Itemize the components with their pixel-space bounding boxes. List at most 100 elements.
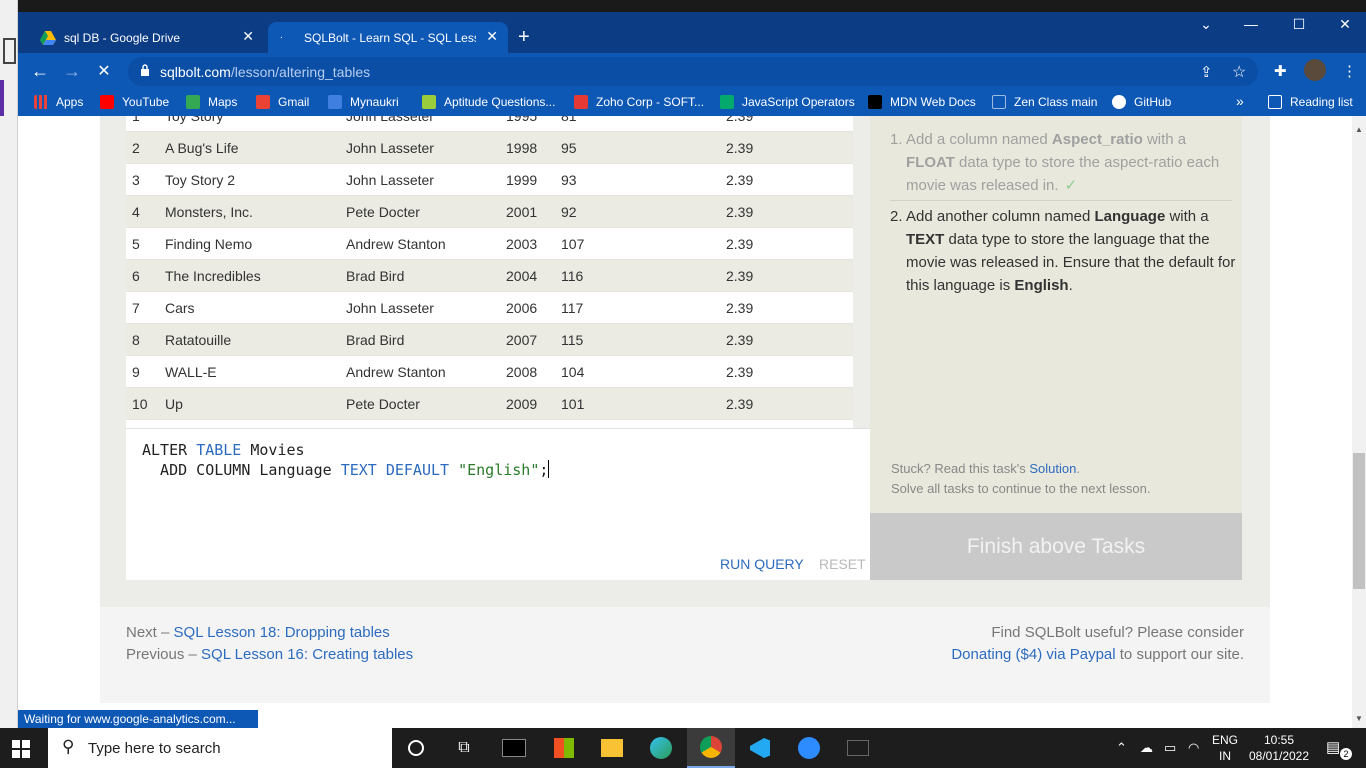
minimize-icon[interactable]: —: [1228, 16, 1274, 32]
tab-sqlbolt[interactable]: . SQLBolt - Learn SQL - SQL Lesso ✕: [268, 22, 508, 53]
table-cell-id: 3: [132, 172, 140, 188]
cortana-icon[interactable]: [392, 728, 440, 768]
donate-link[interactable]: Donating ($4) via Paypal: [951, 646, 1115, 663]
weather-icon[interactable]: ☁: [1140, 740, 1153, 756]
bookmark-aptitude[interactable]: Aptitude Questions...: [422, 95, 555, 109]
bookmark-zoho[interactable]: Zoho Corp - SOFT...: [574, 95, 704, 109]
table-cell-id: 1: [132, 116, 140, 124]
page-scrollbar[interactable]: ▲ ▼: [1352, 116, 1366, 728]
file-explorer-icon[interactable]: [588, 728, 636, 768]
table-cell-id: 6: [132, 268, 140, 284]
tab-search-icon[interactable]: ⌄: [1183, 16, 1229, 33]
google-drive-icon: [40, 30, 56, 45]
new-tab-icon[interactable]: +: [518, 26, 530, 49]
extensions-icon[interactable]: ✚: [1274, 62, 1287, 80]
share-icon[interactable]: ⇪: [1200, 63, 1213, 81]
table-cell-year: 1995: [506, 116, 538, 124]
scroll-down-icon[interactable]: ▼: [1355, 714, 1363, 723]
scroll-up-icon[interactable]: ▲: [1355, 125, 1363, 134]
status-bubble: Waiting for www.google-analytics.com...: [18, 710, 258, 728]
close-tab-icon[interactable]: ✕: [242, 28, 254, 45]
table-cell-id: 2: [132, 140, 140, 156]
task-view-icon[interactable]: ⧉: [440, 728, 488, 768]
table-row: 1 Toy Story John Lasseter 1995 81 2.39: [126, 116, 853, 132]
table-cell-id: 8: [132, 332, 140, 348]
vscode-icon[interactable]: [736, 728, 784, 768]
lock-icon: [141, 64, 149, 76]
notification-badge: 2: [1340, 748, 1352, 760]
battery-icon[interactable]: ▭: [1164, 740, 1176, 756]
table-cell-id: 4: [132, 204, 140, 220]
table-cell-title: Cars: [165, 300, 195, 316]
store-icon[interactable]: [540, 728, 588, 768]
table-cell-director: Pete Docter: [346, 204, 420, 220]
close-tab-icon[interactable]: ✕: [486, 28, 498, 45]
sql-editor[interactable]: ALTER TABLE Movies ADD COLUMN Language T…: [126, 428, 870, 580]
run-query-button[interactable]: RUN QUERY: [720, 556, 804, 572]
bookmark-maps[interactable]: Maps: [186, 95, 237, 109]
bookmark-js-operators[interactable]: JavaScript Operators: [720, 95, 855, 109]
finish-tasks-button[interactable]: Finish above Tasks: [870, 513, 1242, 580]
back-icon[interactable]: ←: [28, 61, 52, 82]
bookmark-star-icon[interactable]: ☆: [1232, 62, 1246, 82]
bookmark-gmail[interactable]: Gmail: [256, 95, 309, 109]
bookmark-mdn[interactable]: MDN Web Docs: [868, 95, 976, 109]
table-cell-length: 115: [561, 332, 584, 348]
tasks-panel: 1. Add a column named Aspect_ratio with …: [870, 116, 1242, 513]
windows-taskbar: ⚲ Type here to search ⧉ ⌃ ☁ ▭ ◠ ENG IN 10…: [0, 728, 1366, 768]
show-hidden-icons-icon[interactable]: ⌃: [1116, 740, 1127, 756]
bookmark-github[interactable]: GitHub: [1112, 95, 1171, 109]
table-cell-year: 1998: [506, 140, 538, 156]
tab-google-drive[interactable]: sql DB - Google Drive ✕: [28, 22, 264, 53]
table-cell-title: Up: [165, 396, 183, 412]
input-language[interactable]: ENG IN: [1212, 732, 1238, 764]
system-clock[interactable]: 10:55 08/01/2022: [1248, 732, 1310, 764]
table-cell-length: 107: [561, 236, 585, 252]
wifi-icon[interactable]: ◠: [1188, 740, 1199, 756]
table-cell-director: John Lasseter: [346, 116, 434, 124]
maximize-icon[interactable]: ☐: [1276, 16, 1322, 33]
taskbar-search[interactable]: ⚲ Type here to search: [48, 728, 392, 768]
bookmarks-overflow-icon[interactable]: »: [1236, 93, 1244, 109]
next-lesson-link[interactable]: SQL Lesson 18: Dropping tables: [174, 624, 390, 641]
sql-code[interactable]: ALTER TABLE Movies ADD COLUMN Language T…: [142, 440, 550, 480]
table-cell-title: Ratatouille: [165, 332, 232, 348]
previous-lesson-link[interactable]: SQL Lesson 16: Creating tables: [201, 646, 413, 663]
page-scroll-thumb[interactable]: [1353, 453, 1365, 589]
chrome-icon[interactable]: [687, 728, 735, 768]
avatar[interactable]: [1304, 59, 1326, 81]
table-row: 7 Cars John Lasseter 2006 117 2.39: [126, 292, 853, 324]
table-cell-ratio: 2.39: [726, 332, 754, 348]
solution-link[interactable]: Solution: [1029, 461, 1076, 476]
forward-icon[interactable]: →: [60, 61, 84, 82]
terminal-window-icon[interactable]: [834, 728, 882, 768]
notifications-icon[interactable]: ▤: [1326, 738, 1340, 756]
table-row: 2 A Bug's Life John Lasseter 1998 95 2.39: [126, 132, 853, 164]
browser-toolbar: ← → ✕ sqlbolt.com/lesson/altering_tables…: [18, 53, 1366, 90]
table-cell-id: 5: [132, 236, 140, 252]
bookmark-zen-class[interactable]: Zen Class main: [992, 95, 1097, 109]
bookmark-mynaukri[interactable]: Mynaukri: [328, 95, 399, 109]
menu-icon[interactable]: ⋮: [1342, 62, 1357, 80]
bookmarks-bar: Apps YouTube Maps Gmail Mynaukri Aptitud…: [18, 90, 1366, 116]
zoom-icon[interactable]: [785, 728, 833, 768]
table-cell-ratio: 2.39: [726, 268, 754, 284]
table-row: 3 Toy Story 2 John Lasseter 1999 93 2.39: [126, 164, 853, 196]
address-bar[interactable]: sqlbolt.com/lesson/altering_tables ⇪ ☆: [128, 57, 1258, 86]
table-cell-length: 101: [561, 396, 585, 412]
close-window-icon[interactable]: ✕: [1322, 16, 1366, 33]
reading-list[interactable]: Reading list: [1268, 95, 1353, 109]
bookmark-apps[interactable]: Apps: [34, 95, 83, 109]
table-cell-year: 2004: [506, 268, 538, 284]
reset-button[interactable]: RESET: [819, 556, 866, 572]
windows-start-icon[interactable]: [12, 740, 30, 758]
stop-loading-icon[interactable]: ✕: [92, 61, 116, 81]
table-cell-ratio: 2.39: [726, 116, 754, 124]
bookmark-youtube[interactable]: YouTube: [100, 95, 169, 109]
edge-icon[interactable]: [637, 728, 685, 768]
table-cell-ratio: 2.39: [726, 204, 754, 220]
terminal-icon[interactable]: [490, 728, 538, 768]
table-cell-title: WALL-E: [165, 364, 217, 380]
table-cell-year: 2001: [506, 204, 538, 220]
tab-title: sql DB - Google Drive: [64, 30, 181, 45]
